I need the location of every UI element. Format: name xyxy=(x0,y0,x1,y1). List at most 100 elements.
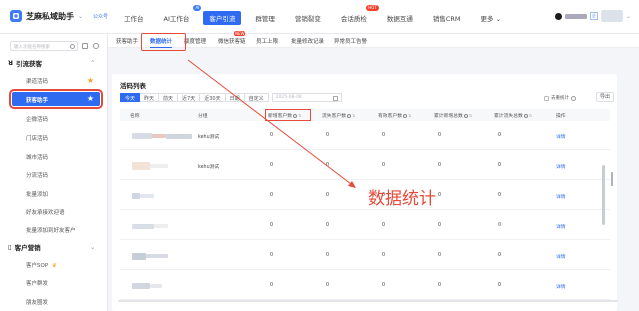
filter-custom[interactable]: 自定义 xyxy=(244,93,269,102)
people-icon: ꓤ xyxy=(8,59,14,67)
topnav-item-2[interactable]: 客户引流 xyxy=(203,11,242,25)
sidebar-item-acquisition-assistant[interactable]: 获客助手 ★ xyxy=(9,89,103,109)
filter-yesterday[interactable]: 昨天 xyxy=(140,93,160,102)
help-icon xyxy=(347,113,351,118)
th-total-lost[interactable]: 累计流失总数 ⇅ xyxy=(494,112,532,119)
cell-value: 0 xyxy=(498,133,502,138)
search-icon[interactable] xyxy=(70,44,75,49)
user-name xyxy=(564,13,587,19)
ai-badge: AI xyxy=(193,5,202,11)
topnav-item-3[interactable]: 群管理 xyxy=(249,11,281,25)
filter-today[interactable]: 今天 xyxy=(120,93,141,102)
dedupe-checkbox[interactable] xyxy=(544,95,549,101)
topnav-label: 数据互通 xyxy=(386,15,413,23)
sidebar-item-customer-broadcast[interactable]: 客户群发 xyxy=(26,279,98,287)
table-scrollbar[interactable] xyxy=(611,172,613,186)
vertical-scrollbar[interactable] xyxy=(602,165,605,225)
user-area[interactable]: 企 ⌄ xyxy=(554,10,631,22)
refresh-icon[interactable] xyxy=(93,43,99,49)
cell-value: 0 xyxy=(498,163,502,168)
filter-day-before[interactable]: 前天 xyxy=(159,93,179,102)
details-link[interactable]: 详情 xyxy=(556,133,566,140)
sub-tabs: 获客助手 数据统计 额度管理 微信获客链 NEW 员工上限 批量修改记录 异常员… xyxy=(108,31,639,51)
sidebar-item-split-code[interactable]: 分流活码 xyxy=(26,171,98,179)
cell-value: 0 xyxy=(438,193,442,198)
sidebar-item-moments[interactable]: 朋友圈发 xyxy=(26,298,98,306)
details-link[interactable]: 详情 xyxy=(556,223,566,230)
chevron-down-icon[interactable]: ⌄ xyxy=(626,13,631,20)
cell-value: 0 xyxy=(438,253,442,258)
collapse-icon[interactable] xyxy=(82,43,88,49)
sidebar-item-welcome-msg[interactable]: 好友承接欢迎语 xyxy=(26,208,98,216)
sidebar-item-batch-add[interactable]: 批量添加 xyxy=(26,190,98,198)
tab-alerts[interactable]: 异常员工告警 xyxy=(334,37,367,45)
date-picker[interactable]: 2025-08-08 xyxy=(271,93,342,102)
sidebar-item-city-code[interactable]: 城市活码 xyxy=(26,153,98,161)
tab-employee-limit[interactable]: 员工上限 xyxy=(256,37,278,45)
sidebar-group-traffic[interactable]: ꓤ 引流获客 ⌃ xyxy=(8,58,95,68)
table-row: kehu测试 0 0 0 0 0 详情 xyxy=(120,122,610,150)
cell-value: 0 xyxy=(382,253,386,258)
chevron-down-icon[interactable]: ⌄ xyxy=(78,13,83,20)
sidebar-tools xyxy=(82,43,99,49)
sidebar-item-label: 批量添加 xyxy=(26,192,49,198)
brand-logo-icon xyxy=(10,10,22,22)
sidebar-item-batch-friend[interactable]: 批量添加到好友客户 xyxy=(26,226,98,234)
details-link[interactable]: 详情 xyxy=(556,163,566,170)
sidebar-item-wecom-code[interactable]: 企微活码 xyxy=(26,115,98,123)
export-button[interactable]: 导出 xyxy=(596,92,614,102)
th-lost-customers[interactable]: 流失客户数 ⇅ xyxy=(322,112,355,119)
cell-value: 0 xyxy=(270,253,274,258)
topnav-item-7[interactable]: 销售CRM xyxy=(427,11,467,25)
star-icon[interactable]: ★ xyxy=(87,94,94,103)
details-link[interactable]: 详情 xyxy=(556,253,566,260)
th-total-new[interactable]: 累计新增总数 ⇅ xyxy=(434,112,472,119)
topnav-item-1[interactable]: AI工作台 AI xyxy=(158,5,202,25)
annotation-text: 数据统计 xyxy=(368,189,436,209)
sidebar-group-marketing[interactable]: ▯ 客户营销 ⌄ xyxy=(8,242,95,252)
cell-value: 0 xyxy=(326,163,330,168)
details-link[interactable]: 详情 xyxy=(556,193,566,200)
help-icon[interactable] xyxy=(571,95,576,101)
topnav-item-4[interactable]: 营销裂变 xyxy=(289,11,327,25)
help-icon xyxy=(463,113,468,118)
details-link[interactable]: 详情 xyxy=(556,283,566,290)
table-header: 名称 分组 新增客户数 ⇅ 流失客户数 ⇅ 有效客户数 ⇅ 累计新增总数 ⇅ 累计流失总… xyxy=(120,109,610,121)
star-icon[interactable]: ★ xyxy=(87,76,94,85)
filter-date[interactable]: 日期 xyxy=(225,93,245,102)
topnav-label: AI工作台 xyxy=(163,15,190,23)
sidebar-item-store-code[interactable]: 门店活码 xyxy=(26,134,98,142)
table-row: 0 0 0 0 0 详情 xyxy=(120,272,610,300)
horizontal-scrollbar[interactable] xyxy=(118,300,618,302)
sidebar-item-label: 门店活码 xyxy=(26,136,49,142)
tab-acquisition-assistant[interactable]: 获客助手 xyxy=(116,37,138,45)
cell-value: 0 xyxy=(326,193,330,198)
filter-30days[interactable]: 近30天 xyxy=(200,93,226,102)
cell-value: 0 xyxy=(382,223,386,228)
sidebar-group-label: 客户营销 xyxy=(14,244,41,252)
topnav-label: 群管理 xyxy=(255,15,275,23)
th-valid-customers[interactable]: 有效客户数 ⇅ xyxy=(378,112,411,119)
brand-tag[interactable]: 公众号 xyxy=(93,13,108,20)
th-action: 操作 xyxy=(556,114,566,119)
topnav-item-6[interactable]: 数据互通 xyxy=(381,11,419,25)
table-row: kehu测试 0 0 0 0 0 详情 xyxy=(120,152,610,180)
cell-value: 0 xyxy=(326,133,330,138)
cell-value: 0 xyxy=(270,133,274,138)
tab-quota[interactable]: 额度管理 xyxy=(184,37,206,45)
sidebar-item-customer-sop[interactable]: 客户SOP ♛ xyxy=(26,261,98,269)
user-status-icon xyxy=(554,12,562,20)
cell-value: 0 xyxy=(438,283,442,288)
brand[interactable]: 芝麻私域助手 ⌄ 公众号 xyxy=(10,10,108,22)
topnav-item-8[interactable]: 更多 ⌄ xyxy=(475,11,508,25)
tab-wechat-link[interactable]: 微信获客链 xyxy=(218,37,246,45)
avatar[interactable] xyxy=(600,10,623,22)
search-input[interactable]: 输入功能名称搜索 xyxy=(10,41,78,51)
sidebar-item-channel-code[interactable]: 渠道活码 ★ xyxy=(26,76,98,85)
topnav-item-5[interactable]: 会话质检 HOT xyxy=(335,5,379,25)
dedupe-toggle[interactable]: 去重统计 xyxy=(544,95,576,101)
cell-value: 0 xyxy=(498,283,502,288)
topnav-item-0[interactable]: 工作台 xyxy=(118,11,150,25)
filter-7days[interactable]: 近7天 xyxy=(178,93,201,102)
tab-batch-log[interactable]: 批量修改记录 xyxy=(291,37,324,45)
